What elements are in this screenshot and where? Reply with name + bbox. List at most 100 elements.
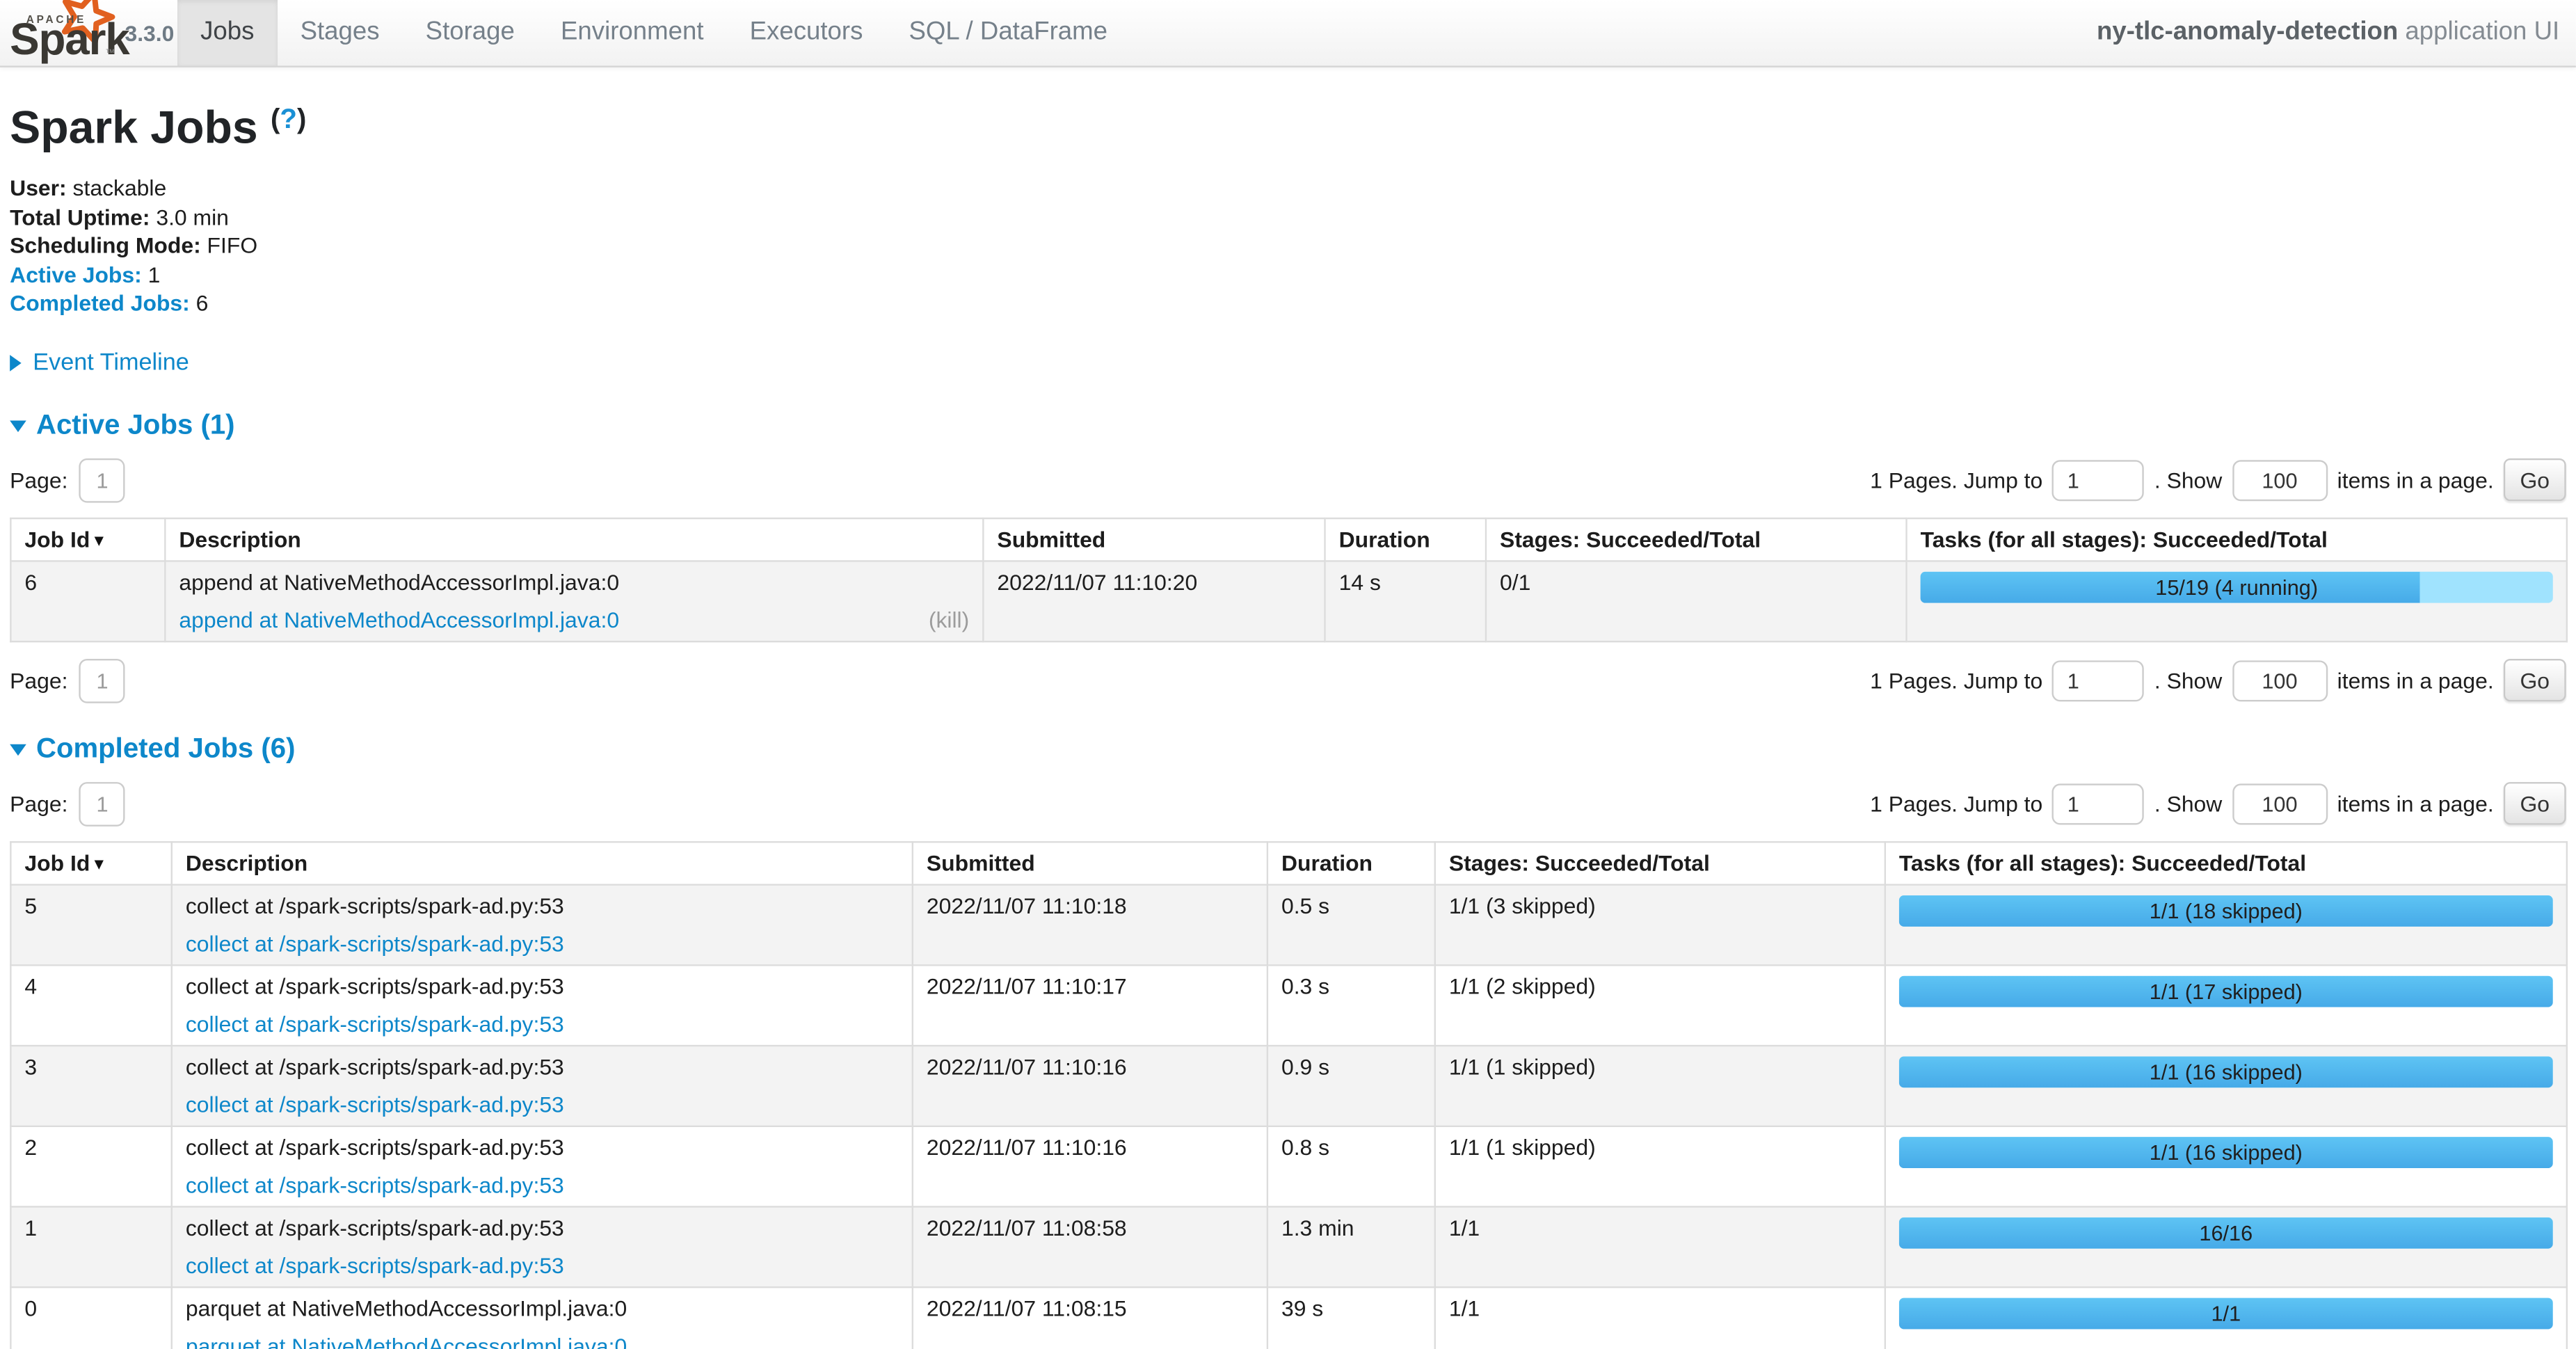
tasks-cell: 16/16 [1885,1206,2567,1287]
active-pagination-bottom: Page: 1 Pages. Jump to . Show items in a… [10,659,2566,703]
description-cell: append at NativeMethodAccessorImpl.java:… [165,561,983,641]
col-description[interactable]: Description [172,842,913,884]
tasks-cell: 1/1 (18 skipped) [1885,885,2567,966]
stages-cell: 1/1 [1435,1287,1885,1349]
items-per-page-input[interactable] [2232,660,2328,701]
tab-executors[interactable]: Executors [727,0,886,65]
help-link[interactable]: ? [280,104,297,135]
tasks-cell: 1/1 (16 skipped) [1885,1046,2567,1126]
tasks-progress-bar: 16/16 [1899,1218,2553,1249]
completed-job-row: 1 collect at /spark-scripts/spark-ad.py:… [10,1206,2566,1287]
col-stages[interactable]: Stages: Succeeded/Total [1435,842,1885,884]
collapse-right-icon [10,355,22,372]
completed-job-row: 4 collect at /spark-scripts/spark-ad.py:… [10,965,2566,1046]
description-cell: collect at /spark-scripts/spark-ad.py:53… [172,1126,913,1207]
page-number-input[interactable] [79,782,125,827]
tasks-cell: 1/1 [1885,1287,2567,1349]
active-table-header-row: Job Id▾ Description Submitted Duration S… [10,518,2566,561]
page-number-input[interactable] [79,458,125,503]
collapse-down-icon [10,422,26,433]
col-stages[interactable]: Stages: Succeeded/Total [1486,518,1907,561]
tab-stages[interactable]: Stages [278,0,403,65]
application-name-suffix: application UI [2398,18,2559,46]
col-duration[interactable]: Duration [1325,518,1486,561]
items-per-page-input[interactable] [2232,783,2328,824]
tasks-progress-bar: 1/1 (16 skipped) [1899,1056,2553,1087]
completed-jobs-link[interactable]: Completed Jobs: [10,292,190,316]
tab-sql-dataframe[interactable]: SQL / DataFrame [886,0,1130,65]
description-cell: collect at /spark-scripts/spark-ad.py:53… [172,1206,913,1287]
active-jobs-link[interactable]: Active Jobs: [10,262,142,287]
help-paren-close: ) [297,104,306,135]
stages-cell: 0/1 [1486,561,1907,641]
jump-to-input[interactable] [2052,460,2144,501]
summary-sched-value: FIFO [201,234,257,258]
tab-jobs[interactable]: Jobs [177,0,277,65]
apache-label: APACHE [26,15,86,26]
page-number-input[interactable] [79,659,125,703]
summary-completed-value: 6 [190,292,209,316]
pages-jump-text: 1 Pages. Jump to [1870,792,2042,816]
tab-environment[interactable]: Environment [538,0,727,65]
items-per-page-input[interactable] [2232,460,2328,501]
summary-uptime-value: 3.0 min [150,205,228,229]
job-id-cell: 1 [10,1206,171,1287]
collapse-down-icon [10,745,26,757]
progress-label: 1/1 (17 skipped) [1899,976,2553,1007]
go-button[interactable]: Go [2504,783,2566,825]
event-timeline-toggle[interactable]: Event Timeline [10,350,2566,376]
tasks-progress-bar: 1/1 (18 skipped) [1899,895,2553,927]
description-link[interactable]: collect at /spark-scripts/spark-ad.py:53 [186,932,564,956]
description-link[interactable]: collect at /spark-scripts/spark-ad.py:53 [186,1092,564,1117]
description-text: collect at /spark-scripts/spark-ad.py:53 [186,894,899,918]
tab-storage[interactable]: Storage [403,0,538,65]
nav-tabs: Jobs Stages Storage Environment Executor… [177,0,1130,65]
description-text: collect at /spark-scripts/spark-ad.py:53 [186,1135,899,1160]
completed-pagination-top: Page: 1 Pages. Jump to . Show items in a… [10,782,2566,827]
col-tasks[interactable]: Tasks (for all stages): Succeeded/Total [1907,518,2567,561]
description-link[interactable]: append at NativeMethodAccessorImpl.java:… [179,608,619,632]
summary-sched-label: Scheduling Mode: [10,234,201,258]
col-job-id[interactable]: Job Id▾ [10,842,171,884]
description-cell: collect at /spark-scripts/spark-ad.py:53… [172,965,913,1046]
top-navbar: Spark APACHE ™ 3.3.0 Jobs Stages Storage… [0,0,2576,67]
description-link[interactable]: collect at /spark-scripts/spark-ad.py:53 [186,1012,564,1037]
progress-label: 1/1 (16 skipped) [1899,1137,2553,1168]
go-button[interactable]: Go [2504,660,2566,702]
jump-to-input[interactable] [2052,783,2144,824]
submitted-cell: 2022/11/07 11:10:18 [913,885,1267,966]
description-text: collect at /spark-scripts/spark-ad.py:53 [186,974,899,998]
go-button[interactable]: Go [2504,459,2566,502]
col-tasks[interactable]: Tasks (for all stages): Succeeded/Total [1885,842,2567,884]
job-id-cell: 2 [10,1126,171,1207]
summary-list: User: stackable Total Uptime: 3.0 min Sc… [10,174,2566,319]
kill-link[interactable]: (kill) [929,608,969,632]
job-id-cell: 5 [10,885,171,966]
col-submitted[interactable]: Submitted [983,518,1325,561]
col-duration[interactable]: Duration [1267,842,1435,884]
active-jobs-heading[interactable]: Active Jobs (1) [10,409,2566,442]
main-content: Spark Jobs (?) User: stackable Total Upt… [0,102,2576,1349]
description-link[interactable]: parquet at NativeMethodAccessorImpl.java… [186,1334,627,1349]
spark-ui-page: Spark APACHE ™ 3.3.0 Jobs Stages Storage… [0,0,2576,1349]
description-link[interactable]: collect at /spark-scripts/spark-ad.py:53 [186,1254,564,1278]
description-text: append at NativeMethodAccessorImpl.java:… [179,570,969,594]
active-job-row: 6 append at NativeMethodAccessorImpl.jav… [10,561,2566,641]
description-link[interactable]: collect at /spark-scripts/spark-ad.py:53 [186,1173,564,1197]
description-text: collect at /spark-scripts/spark-ad.py:53 [186,1215,899,1240]
page-label: Page: [10,468,67,493]
active-jobs-table: Job Id▾ Description Submitted Duration S… [10,518,2568,642]
submitted-cell: 2022/11/07 11:10:20 [983,561,1325,641]
completed-job-row: 3 collect at /spark-scripts/spark-ad.py:… [10,1046,2566,1126]
stages-cell: 1/1 (1 skipped) [1435,1126,1885,1207]
jump-to-input[interactable] [2052,660,2144,701]
summary-active-value: 1 [142,262,161,287]
duration-cell: 0.3 s [1267,965,1435,1046]
tasks-cell: 15/19 (4 running) [1907,561,2567,641]
col-description[interactable]: Description [165,518,983,561]
col-job-id[interactable]: Job Id▾ [10,518,165,561]
job-id-cell: 3 [10,1046,171,1126]
completed-jobs-heading[interactable]: Completed Jobs (6) [10,733,2566,765]
show-text: . Show [2154,669,2222,693]
col-submitted[interactable]: Submitted [913,842,1267,884]
